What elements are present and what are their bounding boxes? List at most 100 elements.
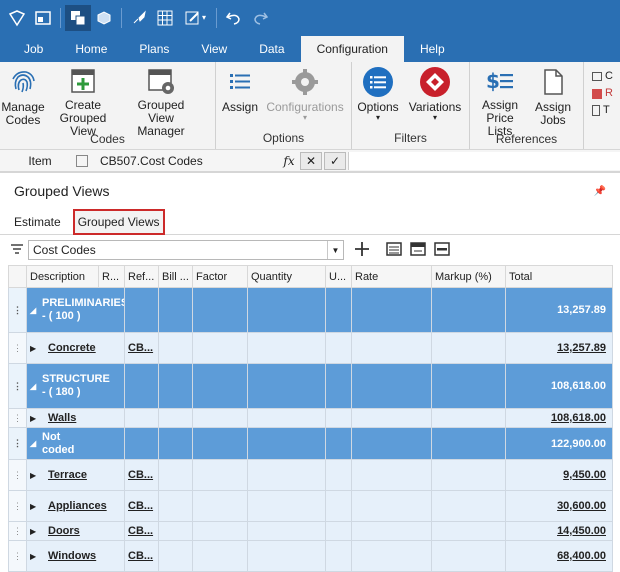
expand-icon[interactable]: ▶: [30, 471, 42, 480]
col-total[interactable]: Total: [505, 265, 613, 288]
group-description-cell[interactable]: ◢ PRELIMINARIES - ( 100 ): [26, 287, 125, 333]
reference-cell[interactable]: CB...: [124, 332, 159, 364]
tab-configuration[interactable]: Configuration: [300, 36, 404, 62]
configurations-button[interactable]: Configurations ▾: [264, 62, 346, 131]
description-cell[interactable]: ▶ Terrace: [26, 459, 125, 491]
col-rate[interactable]: Rate: [351, 265, 432, 288]
table-row[interactable]: ⋮ ▶ Doors CB... 14,450.00: [8, 521, 613, 541]
description-cell[interactable]: ▶ Doors: [26, 521, 125, 541]
grid-icon[interactable]: [152, 5, 178, 31]
expand-icon[interactable]: ▶: [30, 414, 42, 423]
overflow-item-c[interactable]: C: [592, 68, 620, 85]
tab-plans[interactable]: Plans: [123, 36, 185, 62]
confirm-edit-button[interactable]: ✓: [324, 151, 346, 170]
total-cell[interactable]: 108,618.00: [505, 408, 613, 428]
row-indicator[interactable]: ⋮: [8, 408, 27, 428]
collapse-icon[interactable]: ◢: [30, 439, 42, 448]
pin-icon[interactable]: 📌: [594, 186, 606, 197]
app-icon[interactable]: [4, 5, 30, 31]
overflow-item-r[interactable]: R: [592, 85, 620, 102]
total-cell[interactable]: 68,400.00: [505, 540, 613, 572]
ungroup-icon[interactable]: [434, 241, 450, 260]
expand-icon[interactable]: ▶: [30, 527, 42, 536]
expand-icon[interactable]: ▶: [30, 502, 42, 511]
col-r[interactable]: R...: [98, 265, 125, 288]
col-bill[interactable]: Bill ...: [158, 265, 193, 288]
row-indicator[interactable]: ⋮: [8, 459, 27, 491]
row-indicator[interactable]: ⋮: [8, 363, 27, 409]
layout-icon[interactable]: [30, 5, 56, 31]
description-cell[interactable]: ▶ Appliances: [26, 490, 125, 522]
tab-data[interactable]: Data: [243, 36, 300, 62]
create-grouped-view-button[interactable]: Create Grouped View: [46, 62, 120, 138]
grouped-view-select[interactable]: Cost Codes ▼: [28, 240, 344, 260]
tab-home[interactable]: Home: [59, 36, 123, 62]
table-row[interactable]: ⋮ ◢ Not coded 122,900.00: [8, 427, 613, 460]
rocket-icon[interactable]: [126, 5, 152, 31]
total-cell[interactable]: 13,257.89: [505, 332, 613, 364]
add-icon[interactable]: [354, 241, 370, 260]
subtab-grouped-views[interactable]: Grouped Views: [72, 208, 165, 235]
table-row[interactable]: ⋮ ▶ Walls 108,618.00: [8, 408, 613, 428]
tab-view[interactable]: View: [185, 36, 243, 62]
row-indicator[interactable]: ⋮: [8, 287, 27, 333]
assign-button[interactable]: Assign: [216, 62, 264, 131]
assign-price-lists-button[interactable]: $ Assign Price Lists: [470, 62, 530, 138]
total-cell[interactable]: 9,450.00: [505, 459, 613, 491]
total-cell[interactable]: 14,450.00: [505, 521, 613, 541]
group-description-cell[interactable]: ◢ STRUCTURE - ( 180 ): [26, 363, 125, 409]
edit-icon[interactable]: ▾: [178, 5, 212, 31]
tab-job[interactable]: Job: [8, 36, 59, 62]
cubes-icon[interactable]: [91, 5, 117, 31]
variations-button[interactable]: Variations ▾: [404, 62, 466, 131]
col-u[interactable]: U...: [325, 265, 352, 288]
undo-icon[interactable]: [221, 5, 247, 31]
cancel-edit-button[interactable]: ✕: [300, 151, 322, 170]
table-row[interactable]: ⋮ ▶ Appliances CB... 30,600.00: [8, 490, 613, 522]
col-description[interactable]: Description: [26, 265, 99, 288]
expand-all-icon[interactable]: [386, 241, 402, 260]
filter-icon[interactable]: [10, 242, 24, 259]
collapse-icon[interactable]: ◢: [30, 382, 42, 391]
formula-input[interactable]: [348, 151, 620, 170]
total-cell[interactable]: 108,618.00: [505, 363, 613, 409]
total-cell[interactable]: 30,600.00: [505, 490, 613, 522]
description-cell[interactable]: ▶ Walls: [26, 408, 125, 428]
overflow-item-t[interactable]: T: [592, 102, 620, 119]
row-indicator[interactable]: ⋮: [8, 427, 27, 460]
options-filter-button[interactable]: Options ▾: [352, 62, 404, 131]
col-ref[interactable]: Ref...: [124, 265, 159, 288]
expand-icon[interactable]: ▶: [30, 344, 42, 353]
total-cell[interactable]: 13,257.89: [505, 287, 613, 333]
reference-cell[interactable]: CB...: [124, 540, 159, 572]
col-quantity[interactable]: Quantity: [247, 265, 326, 288]
assign-jobs-button[interactable]: Assign Jobs: [530, 62, 576, 132]
collapse-icon[interactable]: ◢: [30, 306, 42, 315]
group-description-cell[interactable]: ◢ Not coded: [26, 427, 125, 460]
reference-cell[interactable]: CB...: [124, 521, 159, 541]
subtab-estimate[interactable]: Estimate: [10, 211, 65, 233]
chevron-down-icon[interactable]: ▼: [327, 241, 343, 259]
col-factor[interactable]: Factor: [192, 265, 248, 288]
col-markup[interactable]: Markup (%): [431, 265, 506, 288]
table-row[interactable]: ⋮ ▶ Concrete CB... 13,257.89: [8, 332, 613, 364]
description-cell[interactable]: ▶ Windows: [26, 540, 125, 572]
row-indicator[interactable]: ⋮: [8, 490, 27, 522]
reference-cell[interactable]: CB...: [124, 490, 159, 522]
manage-codes-button[interactable]: Manage Codes: [0, 62, 46, 132]
total-cell[interactable]: 122,900.00: [505, 427, 613, 460]
table-row[interactable]: ⋮ ▶ Windows CB... 68,400.00: [8, 540, 613, 572]
table-row[interactable]: ⋮ ◢ STRUCTURE - ( 180 ) 108,618.00: [8, 363, 613, 409]
reference-cell[interactable]: CB...: [124, 459, 159, 491]
redo-icon[interactable]: [247, 5, 273, 31]
table-row[interactable]: ⋮ ◢ PRELIMINARIES - ( 100 ) 13,257.89: [8, 287, 613, 333]
collapse-all-icon[interactable]: [410, 241, 426, 260]
expand-icon[interactable]: ▶: [30, 552, 42, 561]
reference-cell[interactable]: [124, 408, 159, 428]
grouped-view-manager-button[interactable]: Grouped View Manager: [120, 62, 202, 138]
row-indicator[interactable]: ⋮: [8, 540, 27, 572]
description-cell[interactable]: ▶ Concrete: [26, 332, 125, 364]
tab-help[interactable]: Help: [404, 36, 461, 62]
copy-icon[interactable]: [65, 5, 91, 31]
row-indicator[interactable]: ⋮: [8, 521, 27, 541]
